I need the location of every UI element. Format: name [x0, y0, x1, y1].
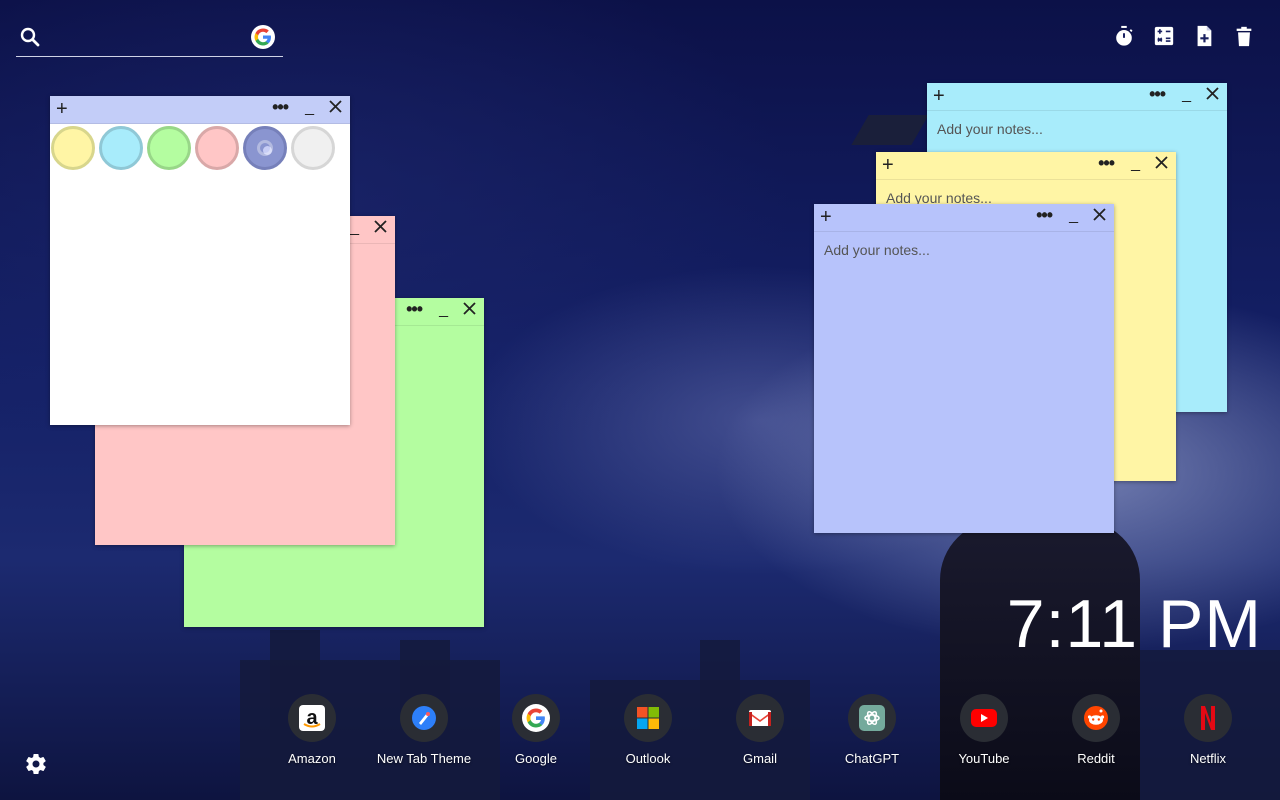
- close-icon[interactable]: [374, 220, 387, 238]
- more-options-icon[interactable]: •••: [406, 298, 423, 320]
- more-options-icon[interactable]: •••: [1149, 83, 1166, 105]
- outlook-icon: [624, 694, 672, 742]
- more-options-icon[interactable]: •••: [1036, 204, 1053, 226]
- youtube-icon: [960, 694, 1008, 742]
- amazon-icon: a: [288, 694, 336, 742]
- new-tab-theme-icon: [400, 694, 448, 742]
- add-note-icon[interactable]: +: [933, 85, 945, 107]
- shortcut-youtube[interactable]: YouTube: [928, 694, 1040, 766]
- add-note-icon[interactable]: +: [882, 154, 894, 176]
- shortcut-label: New Tab Theme: [376, 751, 472, 766]
- shortcut-label: Gmail: [743, 751, 777, 766]
- shortcut-new-tab-theme[interactable]: New Tab Theme: [368, 694, 480, 766]
- shortcut-label: YouTube: [958, 751, 1010, 766]
- minimize-icon[interactable]: _: [439, 300, 448, 320]
- trash-icon[interactable]: [1232, 24, 1256, 48]
- google-search-engine-icon[interactable]: [251, 25, 275, 49]
- minimize-icon[interactable]: _: [1131, 154, 1140, 174]
- google-icon: [512, 694, 560, 742]
- reddit-icon: [1072, 694, 1120, 742]
- shortcut-netflix[interactable]: Netflix: [1152, 694, 1264, 766]
- note-header: + ••• _: [876, 152, 1176, 180]
- shortcut-chatgpt[interactable]: ChatGPT: [816, 694, 928, 766]
- add-note-icon[interactable]: +: [56, 98, 68, 120]
- more-options-icon[interactable]: •••: [272, 96, 289, 118]
- minimize-icon[interactable]: _: [1182, 85, 1191, 105]
- shortcut-amazon[interactable]: a Amazon: [256, 694, 368, 766]
- close-icon[interactable]: [1093, 208, 1106, 226]
- color-swatch-blue[interactable]: [99, 126, 143, 170]
- timer-icon[interactable]: [1112, 24, 1136, 48]
- note-add-icon[interactable]: [1192, 24, 1216, 48]
- color-swatch-red[interactable]: [195, 126, 239, 170]
- shortcut-gmail[interactable]: Gmail: [704, 694, 816, 766]
- shortcut-bar: a Amazon New Tab Theme Google Outlook Gm…: [256, 694, 1264, 766]
- shortcut-label: Amazon: [288, 751, 336, 766]
- color-swatch-white[interactable]: [291, 126, 335, 170]
- shortcut-label: Netflix: [1189, 751, 1227, 766]
- add-note-icon[interactable]: +: [820, 206, 832, 228]
- more-options-icon[interactable]: •••: [1098, 152, 1115, 174]
- chatgpt-icon: [848, 694, 896, 742]
- close-icon[interactable]: [1206, 87, 1219, 105]
- shortcut-label: ChatGPT: [844, 751, 900, 766]
- clock-time: 7:11 PM: [1006, 586, 1262, 662]
- close-icon[interactable]: [329, 100, 342, 118]
- hat-silhouette: [851, 115, 929, 145]
- color-swatch-yellow[interactable]: [51, 126, 95, 170]
- color-swatch-green[interactable]: [147, 126, 191, 170]
- sticky-note-white[interactable]: + ••• _: [50, 96, 350, 425]
- search-bar: [16, 22, 283, 57]
- search-input[interactable]: [52, 24, 256, 52]
- sticky-note-purple[interactable]: + ••• _: [814, 204, 1114, 533]
- shortcut-reddit[interactable]: Reddit: [1040, 694, 1152, 766]
- minimize-icon[interactable]: _: [350, 218, 359, 238]
- minimize-icon[interactable]: _: [305, 98, 314, 118]
- shortcut-google[interactable]: Google: [480, 694, 592, 766]
- color-palette: [50, 124, 336, 172]
- search-icon[interactable]: [18, 25, 42, 49]
- shortcut-label: Google: [515, 751, 557, 766]
- shortcut-label: Outlook: [625, 751, 671, 766]
- note-header: + ••• _: [927, 83, 1227, 111]
- minimize-icon[interactable]: _: [1069, 206, 1078, 226]
- close-icon[interactable]: [463, 302, 476, 320]
- note-header: + ••• _: [50, 96, 350, 124]
- netflix-icon: [1184, 694, 1232, 742]
- note-text-area[interactable]: [814, 232, 1114, 533]
- shortcut-outlook[interactable]: Outlook: [592, 694, 704, 766]
- color-swatch-purple[interactable]: [243, 126, 287, 170]
- calculator-icon[interactable]: [1152, 24, 1176, 48]
- settings-gear-icon[interactable]: [24, 752, 48, 776]
- toolbar: [1112, 24, 1256, 48]
- shortcut-label: Reddit: [1077, 751, 1115, 766]
- note-header: + ••• _: [814, 204, 1114, 232]
- gmail-icon: [736, 694, 784, 742]
- close-icon[interactable]: [1155, 156, 1168, 174]
